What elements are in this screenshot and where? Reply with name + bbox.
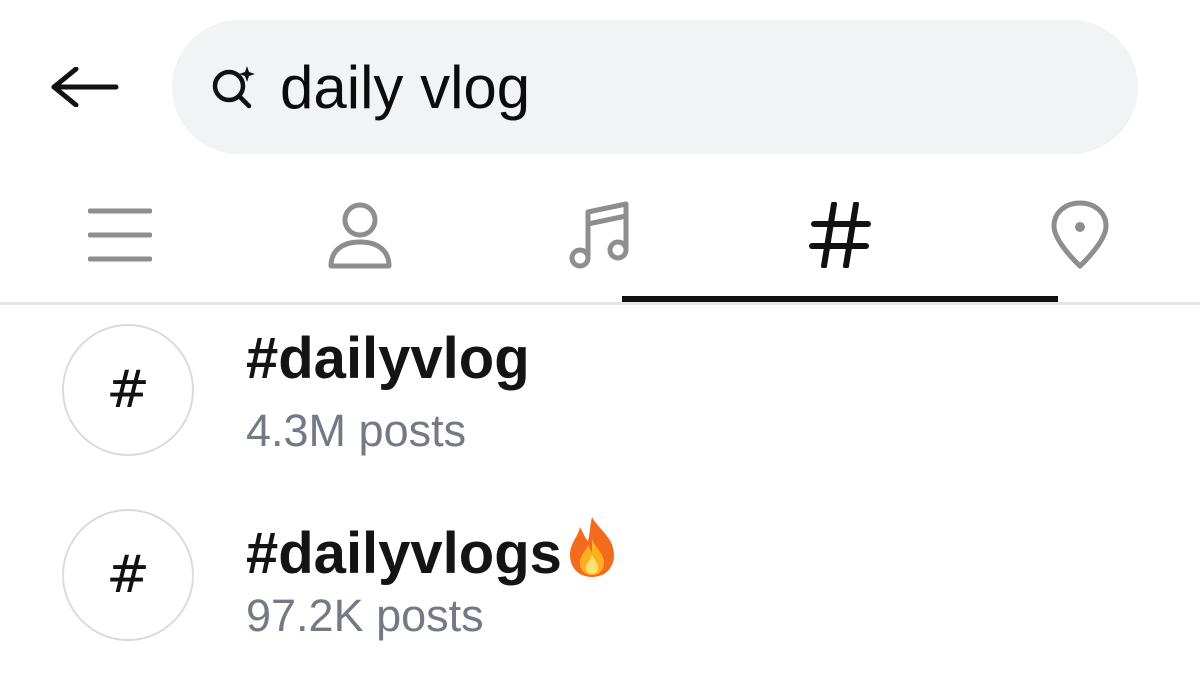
hashtag-result-item[interactable]: # #dailyvlogs 97.2K posts xyxy=(0,505,1200,675)
person-icon xyxy=(328,202,392,269)
back-button[interactable] xyxy=(40,52,130,122)
hashtag-avatar: # xyxy=(62,324,194,456)
tab-accounts[interactable] xyxy=(260,170,460,300)
tab-top[interactable] xyxy=(20,170,220,300)
hashtag-result-item[interactable]: # #dailyvlog 4.3M posts xyxy=(0,320,1200,490)
hashtag-avatar: # xyxy=(62,509,194,641)
hashtag-icon: # xyxy=(106,545,150,605)
list-icon xyxy=(88,208,152,262)
search-sparkle-icon xyxy=(208,61,260,113)
hashtag-post-count: 4.3M posts xyxy=(246,405,467,456)
hashtag-search-screen: # #dailyvlog 4.3M posts # #dailyvlogs 97… xyxy=(0,0,1200,675)
location-pin-icon xyxy=(1051,200,1109,269)
search-tabs xyxy=(0,170,1200,304)
fire-emoji-icon xyxy=(569,517,614,577)
hashtag-name-row: #dailyvlogs xyxy=(246,515,620,583)
search-bar[interactable] xyxy=(172,20,1138,154)
tabs-divider xyxy=(0,302,1200,305)
hashtag-post-count: 97.2K posts xyxy=(246,590,484,641)
hashtag-name: #dailyvlogs xyxy=(246,521,562,586)
hashtag-icon: # xyxy=(106,360,150,420)
arrow-left-icon xyxy=(51,67,119,107)
hashtag-name: #dailyvlog xyxy=(246,326,530,391)
hashtag-icon xyxy=(809,202,871,268)
tab-places[interactable] xyxy=(980,170,1180,300)
search-input[interactable] xyxy=(280,37,1060,137)
